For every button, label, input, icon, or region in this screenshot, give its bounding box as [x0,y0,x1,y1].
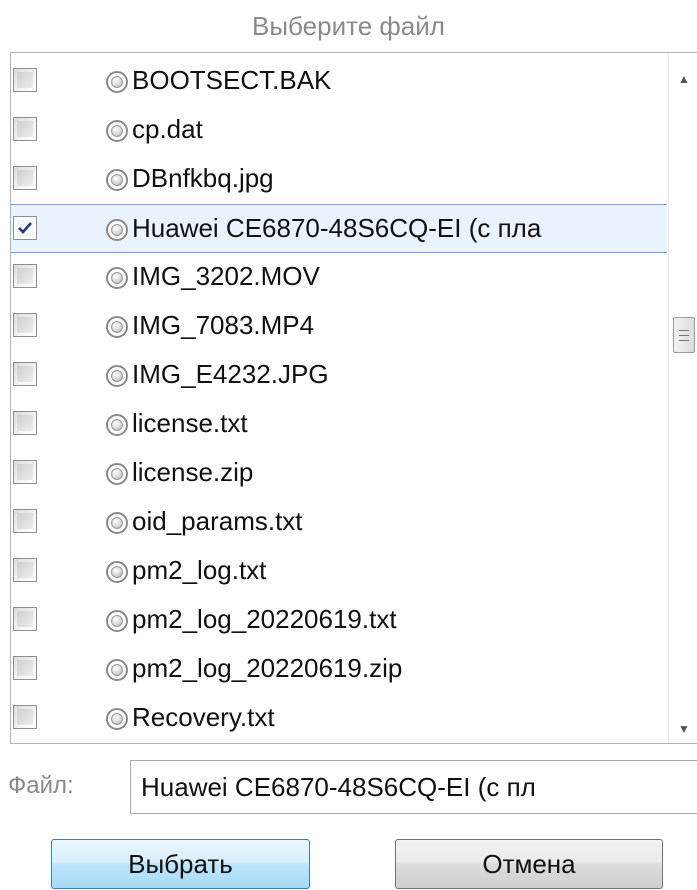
file-bullet-icon [106,71,128,93]
checkbox[interactable] [13,509,37,533]
checkbox[interactable] [13,166,37,190]
file-bullet-icon [106,512,128,534]
file-list-item[interactable]: s.bat [11,743,667,744]
file-bullet-icon [106,316,128,338]
file-name: DBnfkbq.jpg [132,163,274,193]
checkbox[interactable] [13,117,37,141]
file-list-item[interactable]: cp.dat [11,106,667,155]
file-list-item[interactable]: IMG_3202.MOV [11,253,667,302]
checkbox[interactable] [13,558,37,582]
file-field-label: Файл: [8,772,74,799]
checkbox[interactable] [13,264,37,288]
dialog-title: Выберите файл [252,11,445,41]
file-list-item[interactable]: IMG_E4232.JPG [11,351,667,400]
file-bullet-icon [106,267,128,289]
file-name: pm2_log_20220619.zip [132,653,403,683]
vertical-scrollbar[interactable]: ▲ ▼ [668,53,697,743]
file-name: IMG_3202.MOV [132,261,320,291]
checkbox[interactable] [13,411,37,435]
file-list-item[interactable]: license.zip [11,449,667,498]
checkbox[interactable] [13,607,37,631]
file-name: pm2_log_20220619.txt [132,604,397,634]
file-list-item[interactable]: license.txt [11,400,667,449]
file-bullet-icon [106,463,128,485]
checkbox[interactable] [13,68,37,92]
file-bullet-icon [106,414,128,436]
file-list-item[interactable]: pm2_log_20220619.zip [11,645,667,694]
file-bullet-icon [106,365,128,387]
file-list-item[interactable]: pm2_log_20220619.txt [11,596,667,645]
file-bullet-icon [106,219,128,241]
checkbox[interactable] [13,362,37,386]
file-name: s.bat [132,743,188,744]
file-name: IMG_7083.MP4 [132,310,315,340]
file-name: pm2_log.txt [132,555,267,585]
select-button[interactable]: Выбрать [51,839,310,889]
checkmark-icon [18,222,32,234]
file-list-item[interactable]: pm2_log.txt [11,547,667,596]
checkbox[interactable] [13,460,37,484]
file-name: cp.dat [132,114,203,144]
file-list-item[interactable]: Recovery.txt [11,694,667,743]
file-bullet-icon [106,169,128,191]
checkbox-checked[interactable] [13,216,37,240]
cancel-button[interactable]: Отмена [395,839,663,889]
file-list-rows: BOOTSECT.BAK cp.dat DBnfkbq.jpg Huawei CE68… [11,57,667,744]
file-list-item[interactable]: BOOTSECT.BAK [11,57,667,106]
file-name: Recovery.txt [132,702,275,732]
file-name: license.zip [132,457,254,487]
file-name: oid_params.txt [132,506,303,536]
file-list-item[interactable]: DBnfkbq.jpg [11,155,667,204]
file-bullet-icon [106,708,128,730]
file-name: license.txt [132,408,248,438]
scroll-up-arrow-icon[interactable]: ▲ [669,65,697,93]
file-bullet-icon [106,561,128,583]
file-bullet-icon [106,120,128,142]
file-list-item[interactable]: IMG_7083.MP4 [11,302,667,351]
file-bullet-icon [106,659,128,681]
file-list-item[interactable]: Huawei CE6870-48S6CQ-EI (с пла [11,204,667,253]
file-list[interactable]: BOOTSECT.BAK cp.dat DBnfkbq.jpg Huawei CE68… [10,52,697,744]
checkbox[interactable] [13,313,37,337]
file-name-input[interactable]: Huawei CE6870-48S6CQ-EI (с пл [130,760,697,814]
checkbox[interactable] [13,656,37,680]
file-name: Huawei CE6870-48S6CQ-EI (с пла [132,213,542,243]
file-name: BOOTSECT.BAK [132,65,332,95]
file-name: IMG_E4232.JPG [132,359,329,389]
file-list-item[interactable]: oid_params.txt [11,498,667,547]
file-bullet-icon [106,610,128,632]
scroll-down-arrow-icon[interactable]: ▼ [669,715,697,743]
checkbox[interactable] [13,705,37,729]
scrollbar-thumb[interactable] [673,317,695,353]
